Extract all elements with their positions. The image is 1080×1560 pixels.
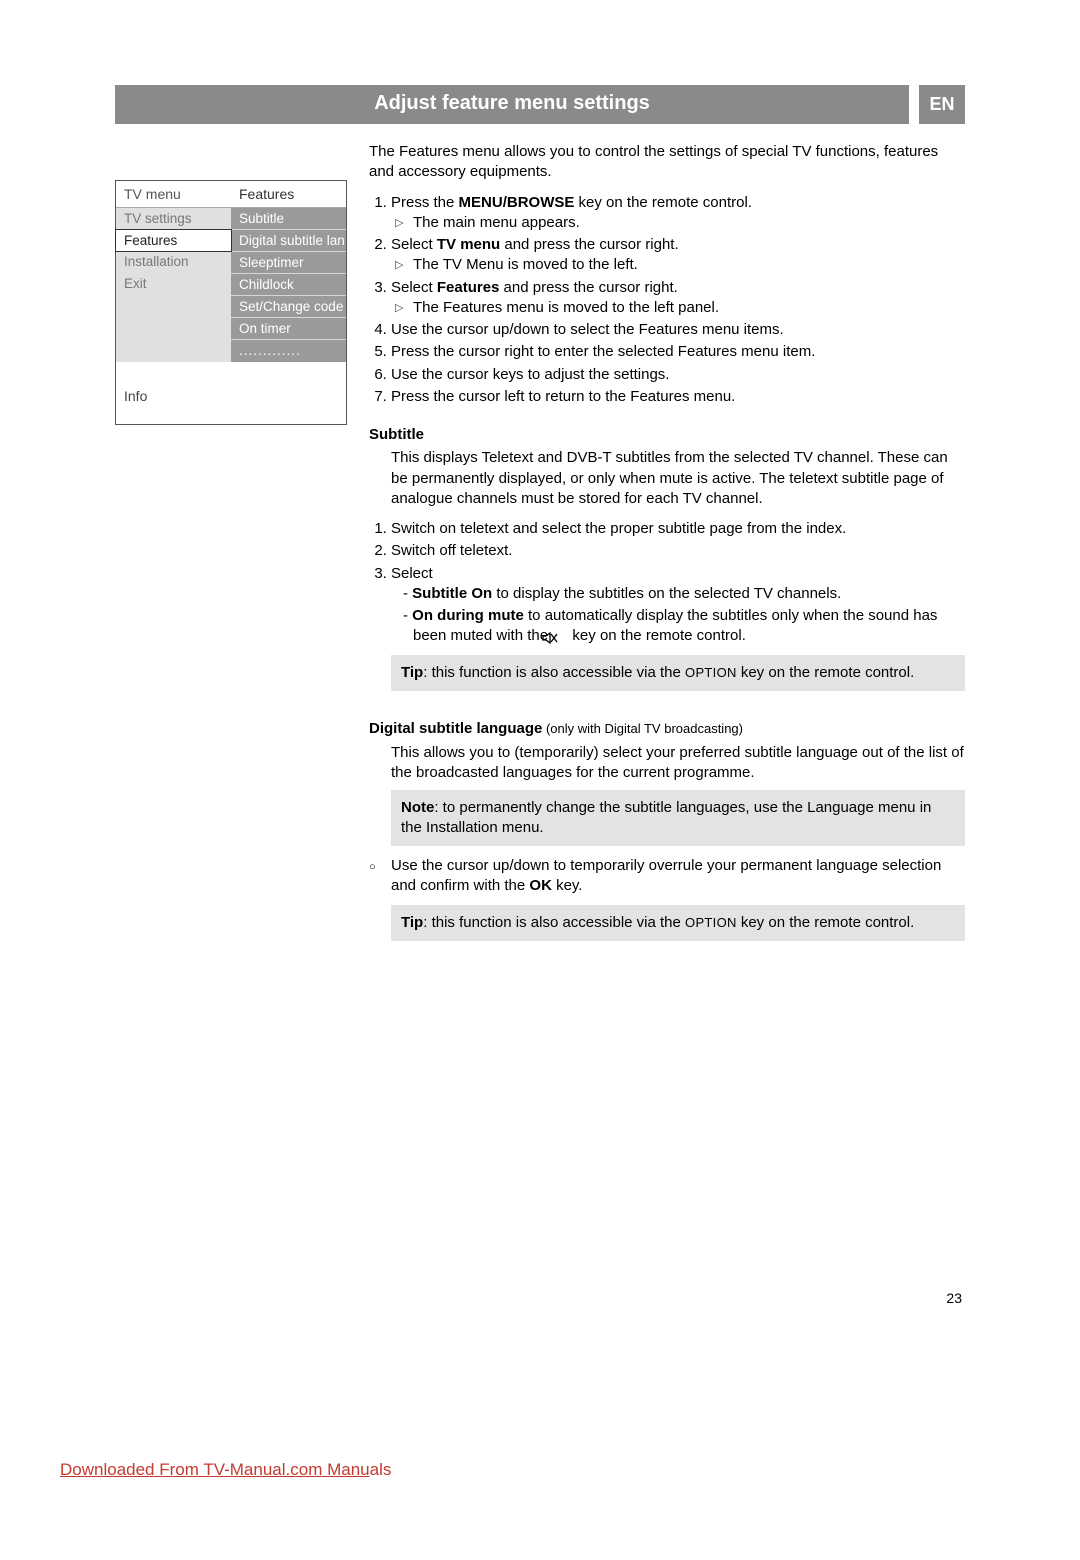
menu-left-item bbox=[116, 339, 231, 361]
subtitle-step-3: Select Subtitle On to display the subtit… bbox=[391, 564, 965, 647]
body-text: The Features menu allows you to control … bbox=[369, 142, 965, 951]
menu-left-item: Installation bbox=[116, 251, 231, 273]
tip-box-digital: Tip: this function is also accessible vi… bbox=[391, 905, 965, 941]
tip-box-subtitle: Tip: this function is also accessible vi… bbox=[391, 655, 965, 691]
circle-icon: ○ bbox=[369, 856, 391, 897]
subtitle-paragraph: This displays Teletext and DVB-T subtitl… bbox=[391, 448, 965, 509]
mute-icon bbox=[552, 630, 568, 642]
menu-left-column: TV settings Features Installation Exit bbox=[116, 208, 231, 362]
menu-info-area: Info bbox=[116, 362, 346, 424]
menu-right-column: Subtitle Digital subtitle lan.. Sleeptim… bbox=[231, 208, 346, 362]
menu-left-item-selected: Features bbox=[115, 229, 232, 252]
subtitle-option-on: Subtitle On to display the subtitles on … bbox=[403, 584, 965, 604]
step-3: Select Features and press the cursor rig… bbox=[391, 278, 965, 319]
note-box-digital: Note: to permanently change the subtitle… bbox=[391, 790, 965, 847]
step-2: Select TV menu and press the cursor righ… bbox=[391, 235, 965, 276]
triangle-icon: ▷ bbox=[395, 298, 413, 318]
subtitle-steps: Switch on teletext and select the proper… bbox=[369, 519, 965, 647]
triangle-icon: ▷ bbox=[395, 213, 413, 233]
menu-right-item: Digital subtitle lan.. bbox=[231, 230, 346, 252]
subtitle-option-mute: On during mute to automatically display … bbox=[403, 606, 965, 647]
digital-paragraph: This allows you to (temporarily) select … bbox=[391, 743, 965, 784]
menu-header-right: Features bbox=[231, 181, 346, 207]
menu-right-item: On timer bbox=[231, 318, 346, 340]
menu-right-item: Childlock bbox=[231, 274, 346, 296]
subtitle-step-1: Switch on teletext and select the proper… bbox=[391, 519, 965, 539]
menu-right-item: Subtitle bbox=[231, 208, 346, 230]
digital-heading-row: Digital subtitle language (only with Dig… bbox=[369, 719, 965, 739]
digital-heading: Digital subtitle language bbox=[369, 720, 542, 737]
menu-left-item bbox=[116, 295, 231, 317]
footer-link[interactable]: Downloaded From TV-Manual.com Manuals bbox=[60, 1460, 391, 1480]
step-4: Use the cursor up/down to select the Fea… bbox=[391, 320, 965, 340]
subtitle-heading: Subtitle bbox=[369, 425, 965, 445]
menu-right-item: Set/Change code bbox=[231, 296, 346, 318]
triangle-icon: ▷ bbox=[395, 255, 413, 275]
menu-diagram: TV menu Features TV settings Features In… bbox=[115, 142, 347, 951]
main-steps-list: Press the MENU/BROWSE key on the remote … bbox=[369, 193, 965, 408]
menu-left-item: Exit bbox=[116, 273, 231, 295]
digital-bullet: ○ Use the cursor up/down to temporarily … bbox=[369, 856, 965, 897]
page-title: Adjust feature menu settings bbox=[115, 85, 909, 124]
menu-header-left: TV menu bbox=[116, 181, 231, 207]
menu-left-item: TV settings bbox=[116, 208, 231, 230]
digital-heading-note: (only with Digital TV broadcasting) bbox=[542, 721, 743, 736]
intro-paragraph: The Features menu allows you to control … bbox=[369, 142, 965, 183]
language-badge: EN bbox=[919, 85, 965, 124]
step-1: Press the MENU/BROWSE key on the remote … bbox=[391, 193, 965, 234]
menu-right-more: ............. bbox=[231, 340, 346, 362]
menu-right-item: Sleeptimer bbox=[231, 252, 346, 274]
page-number: 23 bbox=[946, 1290, 962, 1306]
page-header: Adjust feature menu settings EN bbox=[115, 85, 965, 124]
step-5: Press the cursor right to enter the sele… bbox=[391, 342, 965, 362]
step-6: Use the cursor keys to adjust the settin… bbox=[391, 365, 965, 385]
subtitle-step-2: Switch off teletext. bbox=[391, 541, 965, 561]
step-7: Press the cursor left to return to the F… bbox=[391, 387, 965, 407]
menu-left-item bbox=[116, 317, 231, 339]
